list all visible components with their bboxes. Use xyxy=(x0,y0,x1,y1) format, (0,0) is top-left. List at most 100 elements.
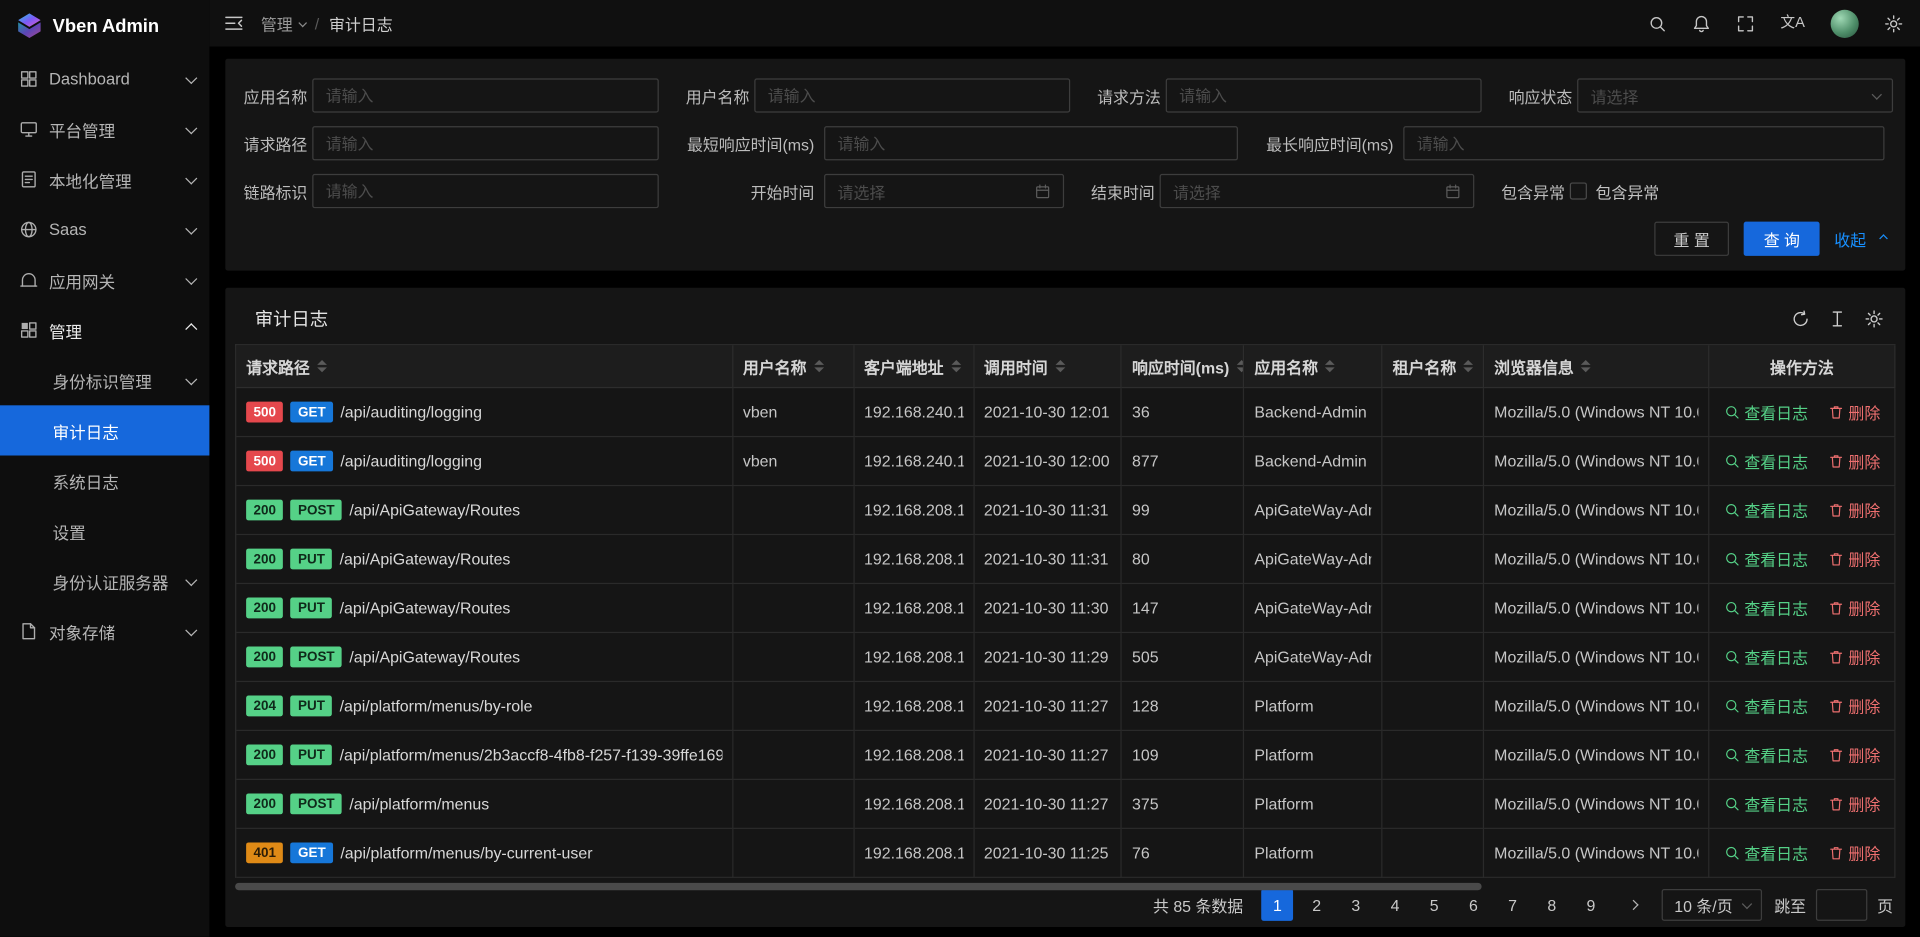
settings-gear-icon[interactable] xyxy=(1884,14,1902,32)
filter-actions: 重 置 查 询 收起 xyxy=(244,222,1886,256)
jump-page-input[interactable] xyxy=(1816,889,1867,921)
sidebar-item-system-logs[interactable]: 系统日志 xyxy=(0,456,209,506)
page-button-8[interactable]: 8 xyxy=(1536,889,1568,921)
magnifier-icon xyxy=(1724,551,1740,567)
breadcrumb-root[interactable]: 管理 xyxy=(261,12,305,35)
scrollbar-thumb[interactable] xyxy=(235,883,1482,890)
filter-input-user_name[interactable] xyxy=(754,78,1070,112)
table-cell: 2021-10-30 12:01 xyxy=(974,388,1122,437)
table-cell xyxy=(1383,388,1485,437)
column-header-4[interactable]: 调用时间 xyxy=(974,345,1122,388)
search-icon[interactable] xyxy=(1648,14,1666,32)
language-icon[interactable]: 文A xyxy=(1780,14,1805,32)
delete-button[interactable]: 删除 xyxy=(1828,645,1881,668)
sidebar-item-settings[interactable]: 设置 xyxy=(0,506,209,556)
filter-input-http_method[interactable] xyxy=(1166,78,1482,112)
view-log-button[interactable]: 查看日志 xyxy=(1724,498,1809,521)
page-button-7[interactable]: 7 xyxy=(1497,889,1529,921)
page-button-2[interactable]: 2 xyxy=(1301,889,1333,921)
refresh-icon[interactable] xyxy=(1791,309,1809,327)
filter-input-field-user_name[interactable] xyxy=(768,86,1057,104)
sidebar-item-dashboard[interactable]: Dashboard xyxy=(0,54,209,104)
filter-input-field-min_time[interactable] xyxy=(838,134,1225,152)
filter-input-field-trace_id[interactable] xyxy=(326,182,646,200)
filter-input-field-request_path[interactable] xyxy=(326,134,646,152)
fullscreen-icon[interactable] xyxy=(1736,14,1754,32)
method-tag: PUT xyxy=(291,598,333,619)
method-tag: POST xyxy=(291,793,342,814)
collapse-link[interactable]: 收起 xyxy=(1834,227,1885,250)
sidebar-item-app-gateway[interactable]: 应用网关 xyxy=(0,255,209,305)
column-header-7[interactable]: 租户名称 xyxy=(1383,345,1485,388)
view-log-label: 查看日志 xyxy=(1744,841,1808,864)
reset-button[interactable]: 重 置 xyxy=(1654,222,1729,256)
view-log-button[interactable]: 查看日志 xyxy=(1724,743,1809,766)
view-log-button[interactable]: 查看日志 xyxy=(1724,596,1809,619)
delete-button[interactable]: 删除 xyxy=(1828,449,1881,472)
column-header-6[interactable]: 应用名称 xyxy=(1245,345,1383,388)
row-height-icon[interactable] xyxy=(1828,309,1846,327)
delete-button[interactable]: 删除 xyxy=(1828,547,1881,570)
view-log-button[interactable]: 查看日志 xyxy=(1724,645,1809,668)
search-button[interactable]: 查 询 xyxy=(1744,222,1819,256)
sidebar-item-localization[interactable]: 本地化管理 xyxy=(0,154,209,204)
avatar[interactable] xyxy=(1831,9,1859,37)
status-tag: 401 xyxy=(246,842,283,863)
view-log-button[interactable]: 查看日志 xyxy=(1724,841,1809,864)
page-button-6[interactable]: 6 xyxy=(1457,889,1489,921)
view-log-button[interactable]: 查看日志 xyxy=(1724,694,1809,717)
sort-icon xyxy=(317,360,327,372)
logo[interactable]: Vben Admin xyxy=(0,0,209,51)
delete-label: 删除 xyxy=(1848,498,1880,521)
delete-button[interactable]: 删除 xyxy=(1828,743,1881,766)
page-button-1[interactable]: 1 xyxy=(1262,889,1294,921)
column-settings-gear-icon[interactable] xyxy=(1865,309,1883,327)
filter-select-http_status[interactable]: 请选择 xyxy=(1577,78,1893,112)
filter-date-start_time[interactable]: 请选择 xyxy=(824,174,1064,208)
view-log-button[interactable]: 查看日志 xyxy=(1724,449,1809,472)
filter-input-request_path[interactable] xyxy=(312,126,659,160)
filter-input-min_time[interactable] xyxy=(824,126,1238,160)
delete-button[interactable]: 删除 xyxy=(1828,400,1881,423)
filter-input-trace_id[interactable] xyxy=(312,174,659,208)
column-header-1[interactable]: 请求路径 xyxy=(236,345,733,388)
view-log-button[interactable]: 查看日志 xyxy=(1724,400,1809,423)
filter-input-field-http_method[interactable] xyxy=(1179,86,1468,104)
sidebar-item-identity[interactable]: 身份标识管理 xyxy=(0,355,209,405)
menu-fold-icon[interactable] xyxy=(224,13,244,33)
sidebar-item-auth-server[interactable]: 身份认证服务器 xyxy=(0,556,209,606)
sidebar-item-saas[interactable]: Saas xyxy=(0,204,209,254)
filter-input-field-app_name[interactable] xyxy=(326,86,646,104)
page-button-9[interactable]: 9 xyxy=(1575,889,1607,921)
sidebar-item-label: 身份标识管理 xyxy=(53,368,186,392)
next-page-button[interactable] xyxy=(1620,889,1647,921)
table-row: 500GET/api/auditing/loggingvben192.168.2… xyxy=(236,437,1895,486)
page-button-5[interactable]: 5 xyxy=(1418,889,1450,921)
page-size-select[interactable]: 10 条/页 xyxy=(1662,889,1762,921)
column-header-8[interactable]: 浏览器信息 xyxy=(1484,345,1709,388)
table-row: 200POST/api/platform/menus192.168.208.12… xyxy=(236,780,1895,829)
delete-button[interactable]: 删除 xyxy=(1828,841,1881,864)
filter-input-field-max_time[interactable] xyxy=(1417,134,1871,152)
notification-bell-icon[interactable] xyxy=(1692,14,1710,32)
column-header-3[interactable]: 客户端地址 xyxy=(854,345,974,388)
exception-checkbox[interactable]: 包含异常 xyxy=(1570,179,1659,202)
delete-button[interactable]: 删除 xyxy=(1828,498,1881,521)
column-header-2[interactable]: 用户名称 xyxy=(733,345,854,388)
filter-date-end_time[interactable]: 请选择 xyxy=(1160,174,1475,208)
view-log-button[interactable]: 查看日志 xyxy=(1724,792,1809,815)
view-log-button[interactable]: 查看日志 xyxy=(1724,547,1809,570)
table-cell: Mozilla/5.0 (Windows NT 10.0; Win xyxy=(1484,388,1709,437)
sidebar-item-object-storage[interactable]: 对象存储 xyxy=(0,606,209,656)
page-button-4[interactable]: 4 xyxy=(1379,889,1411,921)
sidebar-item-audit-logs[interactable]: 审计日志 xyxy=(0,405,209,455)
column-header-5[interactable]: 响应时间(ms) xyxy=(1122,345,1244,388)
page-button-3[interactable]: 3 xyxy=(1340,889,1372,921)
filter-input-app_name[interactable] xyxy=(312,78,659,112)
delete-button[interactable]: 删除 xyxy=(1828,596,1881,619)
delete-button[interactable]: 删除 xyxy=(1828,694,1881,717)
delete-button[interactable]: 删除 xyxy=(1828,792,1881,815)
sidebar-item-admin[interactable]: 管理 xyxy=(0,305,209,355)
filter-input-max_time[interactable] xyxy=(1403,126,1884,160)
sidebar-item-platform[interactable]: 平台管理 xyxy=(0,104,209,154)
